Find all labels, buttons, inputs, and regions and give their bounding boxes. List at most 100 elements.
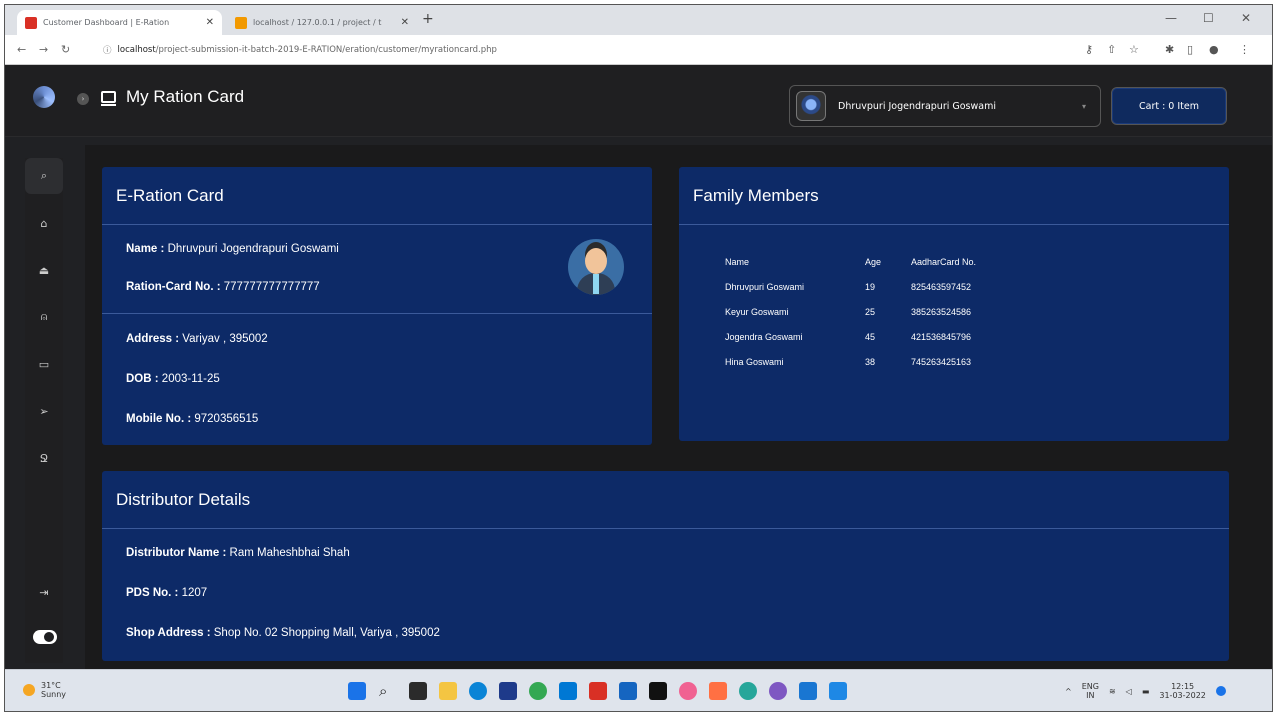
tab-label: localhost / 127.0.0.1 / project / t <box>253 18 382 27</box>
menu-icon[interactable]: ⋮ <box>1239 43 1250 56</box>
distributor-name-label: Distributor Name : <box>126 547 227 559</box>
name-value: Dhruvpuri Jogendrapuri Goswami <box>167 243 339 255</box>
sidebar-item-ration-card[interactable]: ▭ <box>25 346 63 382</box>
mobile-value: 9720356515 <box>194 413 259 425</box>
sidepanel-icon[interactable]: ▯ <box>1187 43 1193 56</box>
theme-toggle[interactable] <box>33 630 57 644</box>
wifi-icon[interactable]: ≋ <box>1109 687 1116 696</box>
user-name: Dhruvpuri Jogendrapuri Goswami <box>838 100 996 112</box>
chrome-icon[interactable] <box>529 682 547 700</box>
profile-icon[interactable]: ● <box>1209 43 1219 56</box>
notification-icon[interactable] <box>1215 686 1226 696</box>
star-icon[interactable]: ☆ <box>1129 43 1139 56</box>
task-view-icon[interactable] <box>409 682 427 700</box>
app-icon[interactable] <box>619 682 637 700</box>
store-icon[interactable] <box>499 682 517 700</box>
home-icon: ⌂ <box>40 216 48 230</box>
volume-icon[interactable]: ◁ <box>1126 687 1132 696</box>
phpmyadmin-favicon-icon <box>235 16 247 29</box>
url-field[interactable]: ⓘ localhost /project-submission-it-batch… <box>103 39 1063 61</box>
tab-localhost[interactable]: localhost / 127.0.0.1 / project / t ✕ <box>227 10 417 35</box>
logo-icon[interactable] <box>33 86 55 108</box>
cell: 45 <box>865 331 876 342</box>
sidebar-item-home[interactable]: ⌂ <box>25 205 63 241</box>
new-tab-icon[interactable]: + <box>422 11 434 27</box>
table-header: Name Age AadharCard No. <box>725 249 990 274</box>
user-dropdown[interactable]: Dhruvpuri Jogendrapuri Goswami ▾ <box>789 85 1101 127</box>
mobile-label: Mobile No. : <box>126 413 192 425</box>
pds-label: PDS No. : <box>126 587 179 599</box>
app-icon[interactable] <box>769 682 787 700</box>
language-indicator[interactable]: ENG IN <box>1082 682 1099 700</box>
tab-customer-dashboard[interactable]: Customer Dashboard | E-Ration ✕ <box>17 10 222 35</box>
cell: 385263524586 <box>911 306 972 317</box>
share-icon[interactable]: ⇧ <box>1107 43 1116 56</box>
cell: 25 <box>865 306 876 317</box>
vscode-icon[interactable] <box>799 682 817 700</box>
battery-icon[interactable]: ▬ <box>1142 687 1150 696</box>
user-icon: Ջ <box>39 451 49 465</box>
sidebar-item-logout[interactable]: ⇥ <box>25 574 63 610</box>
weather-widget[interactable]: 31°C Sunny <box>23 681 66 699</box>
collapse-sidebar-icon[interactable]: › <box>77 93 89 105</box>
paint-icon[interactable] <box>679 682 697 700</box>
distributor-name-value: Ram Maheshbhai Shah <box>229 547 350 559</box>
ration-card-panel: E-Ration Card Name : Dhruvpuri Jogendrap… <box>102 167 652 445</box>
sidebar-item-profile[interactable]: Ջ <box>25 440 63 476</box>
forward-icon[interactable]: → <box>39 43 48 56</box>
cart-button[interactable]: Cart : 0 Item <box>1111 87 1227 125</box>
mobile-row: Mobile No. : 9720356515 <box>126 413 258 425</box>
close-window-icon[interactable]: ✕ <box>1241 11 1251 25</box>
xampp-icon[interactable] <box>709 682 727 700</box>
word-icon[interactable] <box>829 682 847 700</box>
dob-label: DOB : <box>126 373 159 385</box>
ration-card-no-label: Ration-Card No. : <box>126 281 221 293</box>
weather-temp: 31°C <box>41 681 61 690</box>
info-icon: ⓘ <box>103 46 112 56</box>
date: 31-03-2022 <box>1159 691 1206 700</box>
sidebar-item-notifications[interactable]: ⍝ <box>25 299 63 335</box>
col-aadhar: AadharCard No. <box>911 256 977 267</box>
reload-icon[interactable]: ↻ <box>61 43 70 56</box>
ration-card-title: E-Ration Card <box>102 167 652 225</box>
sidebar-item-orders[interactable]: ➢ <box>25 393 63 429</box>
close-tab-icon[interactable]: ✕ <box>395 17 409 28</box>
netflix-icon[interactable] <box>649 682 667 700</box>
name-label: Name : <box>126 243 165 255</box>
distributor-panel: Distributor Details Distributor Name : R… <box>102 471 1229 661</box>
monitor-icon: ▭ <box>38 357 50 371</box>
col-name: Name <box>725 256 750 267</box>
sidebar: ⌕ ⌂ ⏏ ⍝ ▭ ➢ Ջ ⇥ <box>25 158 63 663</box>
windows-start-icon[interactable] <box>348 682 366 700</box>
file-explorer-icon[interactable] <box>439 682 457 700</box>
edge-icon[interactable] <box>469 682 487 700</box>
distributor-title: Distributor Details <box>102 471 1229 529</box>
tab-label: Customer Dashboard | E-Ration <box>43 18 170 27</box>
main-content: E-Ration Card Name : Dhruvpuri Jogendrap… <box>85 145 1272 669</box>
table-row: Jogendra Goswami 45 421536845796 <box>725 324 990 349</box>
monitor-icon <box>101 91 116 106</box>
address-bar: ← → ↻ ⓘ localhost /project-submission-it… <box>5 35 1272 65</box>
opera-icon[interactable] <box>589 682 607 700</box>
sun-icon <box>23 684 35 696</box>
cell: 421536845796 <box>911 331 972 342</box>
search-icon[interactable]: ⌕ <box>379 682 397 700</box>
tab-strip: Customer Dashboard | E-Ration ✕ localhos… <box>5 5 1272 35</box>
maximize-icon[interactable]: ☐ <box>1203 11 1214 25</box>
clock[interactable]: 12:15 31-03-2022 <box>1159 682 1206 700</box>
sidebar-item-search[interactable]: ⌕ <box>25 158 63 194</box>
sidebar-item-bank[interactable]: ⏏ <box>25 252 63 288</box>
url-path: /project-submission-it-batch-2019-E-RATI… <box>155 45 497 55</box>
user-avatar-icon <box>568 239 624 295</box>
mail-icon[interactable] <box>559 682 577 700</box>
extensions-icon[interactable]: ✱ <box>1165 43 1174 56</box>
back-icon[interactable]: ← <box>17 43 26 56</box>
minimize-icon[interactable]: — <box>1165 11 1177 25</box>
chevron-up-icon[interactable]: ^ <box>1065 687 1072 696</box>
cell: Jogendra Goswami <box>725 331 803 342</box>
close-tab-icon[interactable]: ✕ <box>200 17 214 28</box>
site-favicon-icon <box>25 16 37 29</box>
table-row: Hina Goswami 38 745263425163 <box>725 349 990 374</box>
key-icon[interactable]: ⚷ <box>1085 43 1093 56</box>
chrome-icon[interactable] <box>739 682 757 700</box>
